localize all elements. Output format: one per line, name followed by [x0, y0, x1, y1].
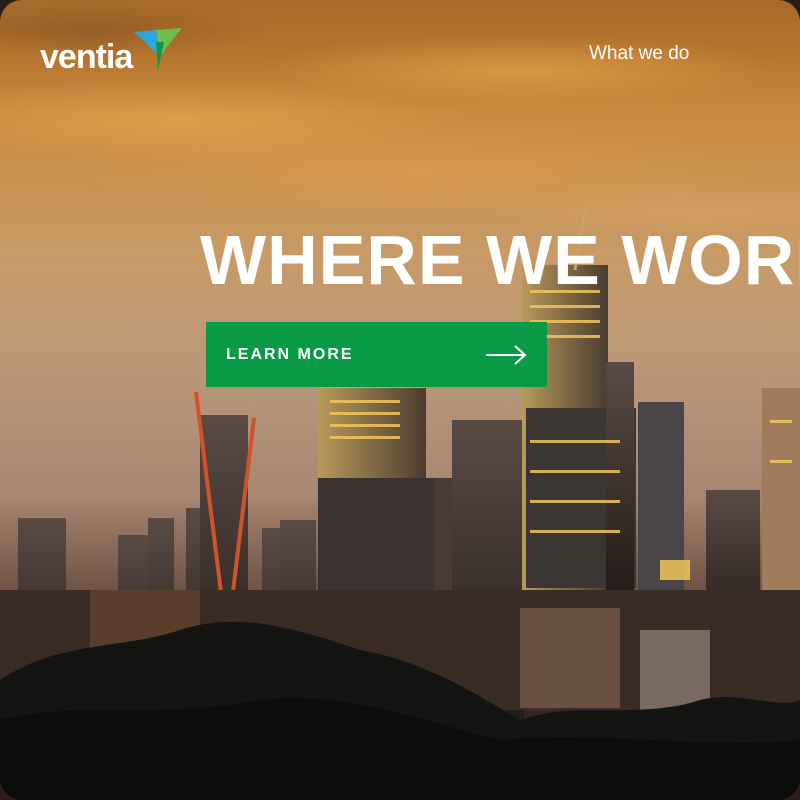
learn-more-button[interactable]: LEARN MORE	[206, 322, 547, 387]
logo-wordmark: ventia	[40, 38, 133, 76]
city-skyline-background	[0, 209, 800, 800]
hero-section: ventia What we do WHERE WE WORK LEARN MO…	[0, 0, 800, 800]
leaf-logo-icon	[134, 28, 183, 70]
ventia-logo[interactable]: ventia	[40, 28, 183, 76]
nav-link-what-we-do[interactable]: What we do	[589, 43, 689, 65]
learn-more-label: LEARN MORE	[226, 345, 354, 363]
hero-title: WHERE WE WORK	[200, 221, 800, 299]
arrow-right-icon	[486, 344, 527, 365]
